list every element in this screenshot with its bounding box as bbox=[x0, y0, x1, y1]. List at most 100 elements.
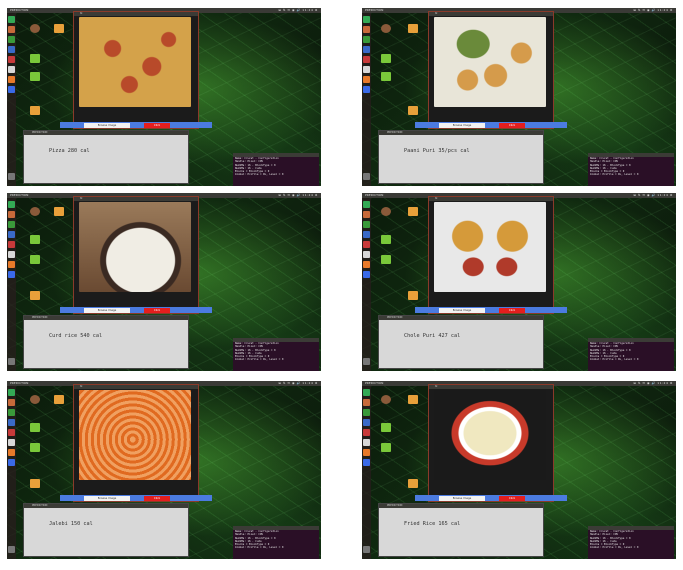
nvidia-icon[interactable] bbox=[30, 255, 40, 264]
files-icon[interactable] bbox=[8, 211, 15, 218]
nvidia-icon[interactable] bbox=[381, 54, 391, 63]
terminal-icon[interactable] bbox=[8, 251, 15, 258]
click-button[interactable]: Click bbox=[499, 307, 525, 313]
presentation-icon[interactable] bbox=[8, 241, 15, 248]
browse-image-button[interactable]: Browse Image bbox=[84, 307, 130, 313]
dash-icon[interactable] bbox=[363, 16, 370, 23]
settings-icon[interactable] bbox=[363, 86, 370, 93]
terminal-icon[interactable] bbox=[363, 251, 370, 258]
browse-image-button[interactable]: Browse Image bbox=[439, 307, 485, 313]
terminal-icon[interactable] bbox=[363, 439, 370, 446]
trash-icon[interactable] bbox=[8, 546, 15, 553]
nvidia-icon[interactable] bbox=[381, 72, 391, 81]
control-bar: Browse Image Click bbox=[415, 122, 567, 128]
folder-icon[interactable] bbox=[30, 106, 40, 115]
browser-icon[interactable] bbox=[8, 76, 15, 83]
avatar-icon[interactable] bbox=[381, 395, 391, 404]
browser-icon[interactable] bbox=[363, 76, 370, 83]
browse-image-button[interactable]: Browse Image bbox=[439, 495, 485, 501]
presentation-icon[interactable] bbox=[363, 241, 370, 248]
folder-icon[interactable] bbox=[408, 24, 418, 33]
folder-icon[interactable] bbox=[408, 106, 418, 115]
nvidia-icon[interactable] bbox=[381, 255, 391, 264]
presentation-icon[interactable] bbox=[363, 56, 370, 63]
browser-icon[interactable] bbox=[363, 261, 370, 268]
settings-icon[interactable] bbox=[363, 271, 370, 278]
click-button[interactable]: Click bbox=[499, 495, 525, 501]
folder-icon[interactable] bbox=[30, 291, 40, 300]
window-titlebar: PREDICTION bbox=[24, 316, 188, 320]
dash-icon[interactable] bbox=[8, 389, 15, 396]
files-icon[interactable] bbox=[8, 399, 15, 406]
folder-icon[interactable] bbox=[30, 479, 40, 488]
dash-icon[interactable] bbox=[363, 201, 370, 208]
files-icon[interactable] bbox=[8, 26, 15, 33]
settings-icon[interactable] bbox=[8, 86, 15, 93]
browse-image-button[interactable]: Browse Image bbox=[84, 122, 130, 128]
nvidia-icon[interactable] bbox=[381, 235, 391, 244]
folder-icon[interactable] bbox=[408, 291, 418, 300]
document-icon[interactable] bbox=[8, 231, 15, 238]
spreadsheet-icon[interactable] bbox=[363, 221, 370, 228]
folder-icon[interactable] bbox=[408, 207, 418, 216]
avatar-icon[interactable] bbox=[30, 395, 40, 404]
settings-icon[interactable] bbox=[363, 459, 370, 466]
nvidia-icon[interactable] bbox=[381, 423, 391, 432]
spreadsheet-icon[interactable] bbox=[363, 409, 370, 416]
files-icon[interactable] bbox=[363, 26, 370, 33]
dash-icon[interactable] bbox=[8, 16, 15, 23]
terminal-icon[interactable] bbox=[363, 66, 370, 73]
nvidia-icon[interactable] bbox=[30, 54, 40, 63]
click-button[interactable]: Click bbox=[144, 122, 170, 128]
terminal-icon[interactable] bbox=[8, 439, 15, 446]
click-button[interactable]: Click bbox=[499, 122, 525, 128]
nvidia-icon[interactable] bbox=[30, 72, 40, 81]
avatar-icon[interactable] bbox=[30, 24, 40, 33]
document-icon[interactable] bbox=[363, 46, 370, 53]
trash-icon[interactable] bbox=[8, 173, 15, 180]
folder-icon[interactable] bbox=[54, 207, 64, 216]
dash-icon[interactable] bbox=[363, 389, 370, 396]
avatar-icon[interactable] bbox=[30, 207, 40, 216]
document-icon[interactable] bbox=[363, 231, 370, 238]
dash-icon[interactable] bbox=[8, 201, 15, 208]
spreadsheet-icon[interactable] bbox=[363, 36, 370, 43]
presentation-icon[interactable] bbox=[363, 429, 370, 436]
spreadsheet-icon[interactable] bbox=[8, 36, 15, 43]
prediction-result: Chole Puri 427 cal bbox=[404, 333, 461, 339]
browse-image-button[interactable]: Browse Image bbox=[84, 495, 130, 501]
folder-icon[interactable] bbox=[54, 24, 64, 33]
avatar-icon[interactable] bbox=[381, 24, 391, 33]
trash-icon[interactable] bbox=[363, 546, 370, 553]
trash-icon[interactable] bbox=[8, 358, 15, 365]
settings-icon[interactable] bbox=[8, 271, 15, 278]
trash-icon[interactable] bbox=[363, 173, 370, 180]
browse-image-button[interactable]: Browse Image bbox=[439, 122, 485, 128]
folder-icon[interactable] bbox=[408, 479, 418, 488]
folder-icon[interactable] bbox=[408, 395, 418, 404]
click-button[interactable]: Click bbox=[144, 307, 170, 313]
spreadsheet-icon[interactable] bbox=[8, 409, 15, 416]
avatar-icon[interactable] bbox=[381, 207, 391, 216]
screenshot-pizza: PREDICTION ⊞ ⇅ ✉ ◉ 🔊 11:24 ⚙ tk Browse I… bbox=[7, 8, 321, 186]
presentation-icon[interactable] bbox=[8, 56, 15, 63]
presentation-icon[interactable] bbox=[8, 429, 15, 436]
files-icon[interactable] bbox=[363, 399, 370, 406]
files-icon[interactable] bbox=[363, 211, 370, 218]
browser-icon[interactable] bbox=[363, 449, 370, 456]
terminal-icon[interactable] bbox=[8, 66, 15, 73]
click-button[interactable]: Click bbox=[144, 495, 170, 501]
settings-icon[interactable] bbox=[8, 459, 15, 466]
spreadsheet-icon[interactable] bbox=[8, 221, 15, 228]
nvidia-icon[interactable] bbox=[381, 443, 391, 452]
nvidia-icon[interactable] bbox=[30, 423, 40, 432]
browser-icon[interactable] bbox=[8, 449, 15, 456]
nvidia-icon[interactable] bbox=[30, 235, 40, 244]
nvidia-icon[interactable] bbox=[30, 443, 40, 452]
folder-icon[interactable] bbox=[54, 395, 64, 404]
document-icon[interactable] bbox=[8, 419, 15, 426]
document-icon[interactable] bbox=[8, 46, 15, 53]
trash-icon[interactable] bbox=[363, 358, 370, 365]
browser-icon[interactable] bbox=[8, 261, 15, 268]
document-icon[interactable] bbox=[363, 419, 370, 426]
